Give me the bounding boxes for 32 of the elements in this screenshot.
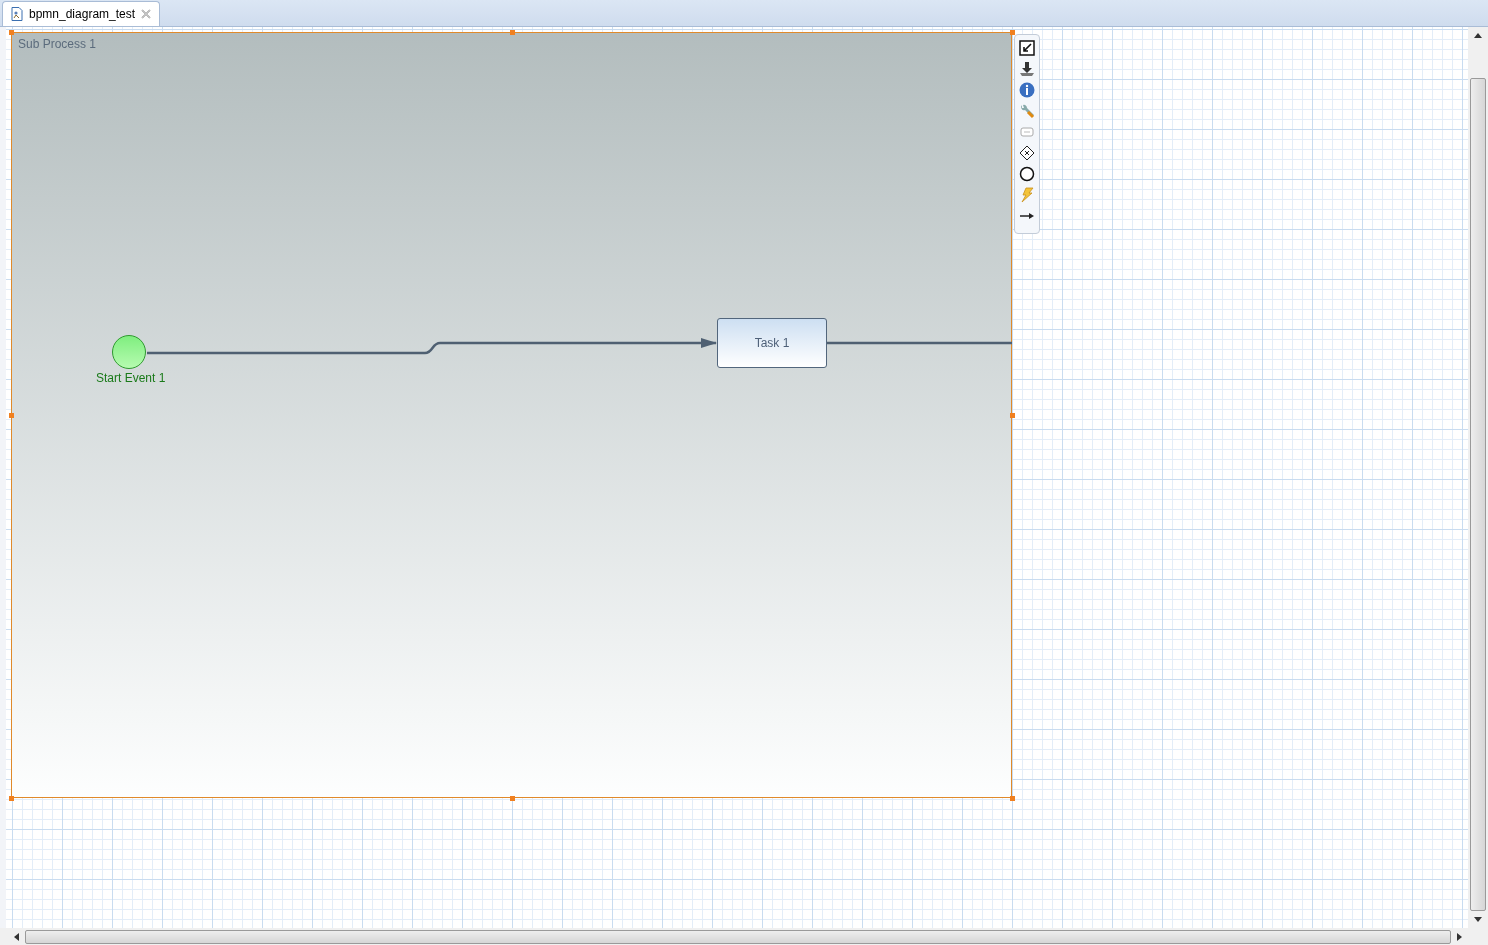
scroll-left-icon[interactable]	[14, 932, 19, 941]
resize-handle[interactable]	[509, 30, 515, 35]
resize-handle[interactable]	[9, 413, 14, 418]
resize-handle[interactable]	[1010, 30, 1015, 35]
start-event-label: Start Event 1	[96, 371, 166, 385]
scroll-up-icon[interactable]	[1474, 33, 1482, 38]
resize-handle[interactable]	[9, 796, 14, 801]
edit-icon[interactable]	[1019, 40, 1035, 56]
gateway-icon[interactable]	[1019, 145, 1035, 161]
event-icon[interactable]	[1019, 166, 1035, 182]
resize-handle[interactable]	[9, 30, 14, 35]
vertical-scrollbar[interactable]	[1468, 27, 1488, 928]
scroll-thumb[interactable]	[25, 929, 1451, 944]
close-icon[interactable]	[141, 9, 152, 19]
scroll-right-icon[interactable]	[1457, 932, 1462, 941]
resize-handle[interactable]	[509, 796, 515, 801]
sequence-flow-line[interactable]	[827, 341, 1012, 345]
scroll-thumb[interactable]	[1470, 78, 1486, 911]
tab-title: bpmn_diagram_test	[29, 7, 136, 21]
info-icon[interactable]	[1019, 82, 1035, 98]
document-icon	[11, 7, 23, 21]
sequence-flow-arrow[interactable]	[147, 338, 717, 355]
lightning-icon[interactable]	[1019, 187, 1035, 203]
task-icon[interactable]	[1019, 124, 1035, 140]
scroll-down-icon[interactable]	[1474, 917, 1482, 922]
editor-tab[interactable]: bpmn_diagram_test	[2, 1, 161, 26]
task-box[interactable]: Task 1	[717, 318, 827, 368]
wrench-icon[interactable]	[1019, 103, 1035, 119]
sub-process-label: Sub Process 1	[18, 37, 97, 51]
push-down-icon[interactable]	[1019, 61, 1035, 77]
resize-handle[interactable]	[1010, 796, 1015, 801]
resize-handle[interactable]	[1010, 413, 1015, 418]
